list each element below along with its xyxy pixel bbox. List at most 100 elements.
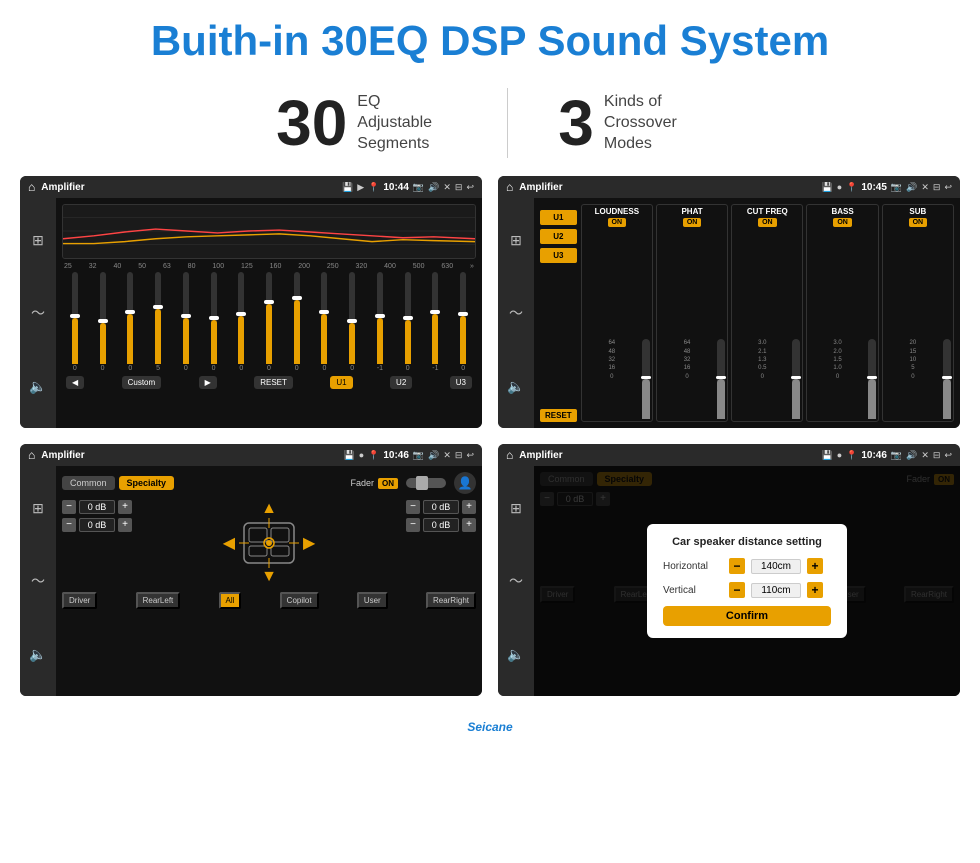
all-btn-3[interactable]: All xyxy=(219,592,242,609)
home-icon-4[interactable]: ⌂ xyxy=(506,448,513,462)
freq-label-6: 100 xyxy=(212,263,224,270)
arrow-right[interactable]: ▶ xyxy=(303,533,315,553)
crossover-layout: U1 U2 U3 RESET LOUDNESS ON 644832160 xyxy=(540,204,954,422)
freq-expand[interactable]: » xyxy=(470,263,474,270)
speaker-icon[interactable]: 🔈 xyxy=(29,378,46,395)
window-icon-3: ⊟ xyxy=(455,450,463,461)
left-bot-minus[interactable]: − xyxy=(62,518,76,532)
right-top-plus[interactable]: + xyxy=(462,500,476,514)
home-icon-3[interactable]: ⌂ xyxy=(28,448,35,462)
eq-slider-6[interactable]: 0 xyxy=(228,272,254,372)
eq-slider-3[interactable]: 5 xyxy=(145,272,171,372)
eq-slider-2[interactable]: 0 xyxy=(117,272,143,372)
screen1-statusbar: ⌂ Amplifier 💾 ▶ 📍 10:44 📷 🔊 ✕ ⊟ ↩ xyxy=(20,176,482,198)
eq-slider-0[interactable]: 0 xyxy=(62,272,88,372)
close-icon-4: ✕ xyxy=(921,450,929,461)
dialog-title: Car speaker distance setting xyxy=(663,536,831,548)
wave-icon[interactable]: 〜 xyxy=(31,303,45,323)
car-diagram: ▲ ◀ xyxy=(138,500,400,586)
home-icon-2[interactable]: ⌂ xyxy=(506,180,513,194)
eq-slider-8[interactable]: 0 xyxy=(284,272,310,372)
wave-icon-2[interactable]: 〜 xyxy=(509,303,523,323)
eq-play-btn[interactable]: ▶ xyxy=(199,376,217,389)
eq-icon[interactable]: ⊞ xyxy=(32,232,44,249)
eq-slider-1[interactable]: 0 xyxy=(90,272,116,372)
eq-slider-13[interactable]: -1 xyxy=(423,272,449,372)
crossover-reset-btn[interactable]: RESET xyxy=(540,409,577,422)
channel-2: CUT FREQ ON 3.02.11.30.50 xyxy=(731,204,803,422)
left-db-col: − 0 dB + − 0 dB + xyxy=(62,500,132,532)
freq-label-11: 320 xyxy=(356,263,368,270)
screen3-common-tab[interactable]: Common xyxy=(62,476,115,490)
horizontal-val: 140cm xyxy=(751,559,801,574)
stat1-label: EQ Adjustable Segments xyxy=(357,92,457,154)
eq-prev-btn[interactable]: ◀ xyxy=(66,376,84,389)
left-top-minus[interactable]: − xyxy=(62,500,76,514)
camera-icon-3: 📷 xyxy=(413,450,424,461)
eq-icon-3[interactable]: ⊞ xyxy=(32,500,44,517)
eq-u1-btn[interactable]: U1 xyxy=(330,376,352,389)
vertical-minus[interactable]: − xyxy=(729,582,745,598)
speaker-icon-2[interactable]: 🔈 xyxy=(507,378,524,395)
eq-reset-btn[interactable]: RESET xyxy=(254,376,293,389)
rear-right-btn-3[interactable]: RearRight xyxy=(426,592,476,609)
left-top-plus[interactable]: + xyxy=(118,500,132,514)
screen3-statusbar: ⌂ Amplifier 💾 ● 📍 10:46 📷 🔊 ✕ ⊟ ↩ xyxy=(20,444,482,466)
channel-0: LOUDNESS ON 644832160 xyxy=(581,204,653,422)
eq-slider-12[interactable]: 0 xyxy=(395,272,421,372)
eq-u2-btn[interactable]: U2 xyxy=(390,376,412,389)
eq-custom-btn[interactable]: Custom xyxy=(122,376,162,389)
channel-3: BASS ON 3.02.01.51.00 xyxy=(806,204,878,422)
screen3-specialty-tab[interactable]: Specialty xyxy=(119,476,175,490)
arrow-down[interactable]: ▼ xyxy=(261,568,277,586)
window-icon-2: ⊟ xyxy=(933,182,941,193)
eq-u3-btn[interactable]: U3 xyxy=(450,376,472,389)
horizontal-minus[interactable]: − xyxy=(729,558,745,574)
eq-slider-14[interactable]: 0 xyxy=(450,272,476,372)
eq-slider-9[interactable]: 0 xyxy=(312,272,338,372)
vertical-val: 110cm xyxy=(751,583,801,598)
eq-icon-2[interactable]: ⊞ xyxy=(510,232,522,249)
speaker-icon-3[interactable]: 🔈 xyxy=(29,646,46,663)
home-icon[interactable]: ⌂ xyxy=(28,180,35,194)
dot-icon-4: ● xyxy=(837,450,842,460)
wave-icon-4[interactable]: 〜 xyxy=(509,571,523,591)
arrow-up[interactable]: ▲ xyxy=(261,500,277,518)
u2-btn[interactable]: U2 xyxy=(540,229,577,244)
confirm-btn[interactable]: Confirm xyxy=(663,606,831,626)
eq-slider-4[interactable]: 0 xyxy=(173,272,199,372)
speaker-icon-4[interactable]: 🔈 xyxy=(507,646,524,663)
left-bot-plus[interactable]: + xyxy=(118,518,132,532)
freq-label-9: 200 xyxy=(298,263,310,270)
on-tag-3[interactable]: ON xyxy=(378,478,398,489)
rear-left-btn-3[interactable]: RearLeft xyxy=(136,592,181,609)
eq-slider-7[interactable]: 0 xyxy=(256,272,282,372)
eq-slider-10[interactable]: 0 xyxy=(339,272,365,372)
close-icon: ✕ xyxy=(443,182,451,193)
horizontal-plus[interactable]: + xyxy=(807,558,823,574)
user-btn-3[interactable]: User xyxy=(357,592,388,609)
arrow-left[interactable]: ◀ xyxy=(223,533,235,553)
screen1-app-name: Amplifier xyxy=(41,182,336,193)
right-bot-minus[interactable]: − xyxy=(406,518,420,532)
driver-btn-3[interactable]: Driver xyxy=(62,592,97,609)
u3-btn[interactable]: U3 xyxy=(540,248,577,263)
volume-icon-3: 🔊 xyxy=(428,450,439,461)
speaker-controls: − 0 dB + − 0 dB + ▲ xyxy=(62,500,476,586)
screen1-container: ⌂ Amplifier 💾 ▶ 📍 10:44 📷 🔊 ✕ ⊟ ↩ ⊞ 〜 🔈 xyxy=(20,176,482,428)
location-icon-2: 📍 xyxy=(846,182,857,193)
right-bot-plus[interactable]: + xyxy=(462,518,476,532)
u1-btn[interactable]: U1 xyxy=(540,210,577,225)
screen3-sidebar: ⊞ 〜 🔈 xyxy=(20,466,56,696)
eq-icon-4[interactable]: ⊞ xyxy=(510,500,522,517)
bottom-labels-3: Driver RearLeft All Copilot User RearRig… xyxy=(62,592,476,609)
screen3-main: Common Specialty Fader ON 👤 xyxy=(56,466,482,696)
eq-slider-5[interactable]: 0 xyxy=(201,272,227,372)
wave-icon-3[interactable]: 〜 xyxy=(31,571,45,591)
freq-label-7: 125 xyxy=(241,263,253,270)
eq-slider-11[interactable]: -1 xyxy=(367,272,393,372)
screen4-statusbar: ⌂ Amplifier 💾 ● 📍 10:46 📷 🔊 ✕ ⊟ ↩ xyxy=(498,444,960,466)
right-top-minus[interactable]: − xyxy=(406,500,420,514)
vertical-plus[interactable]: + xyxy=(807,582,823,598)
copilot-btn-3[interactable]: Copilot xyxy=(280,592,319,609)
